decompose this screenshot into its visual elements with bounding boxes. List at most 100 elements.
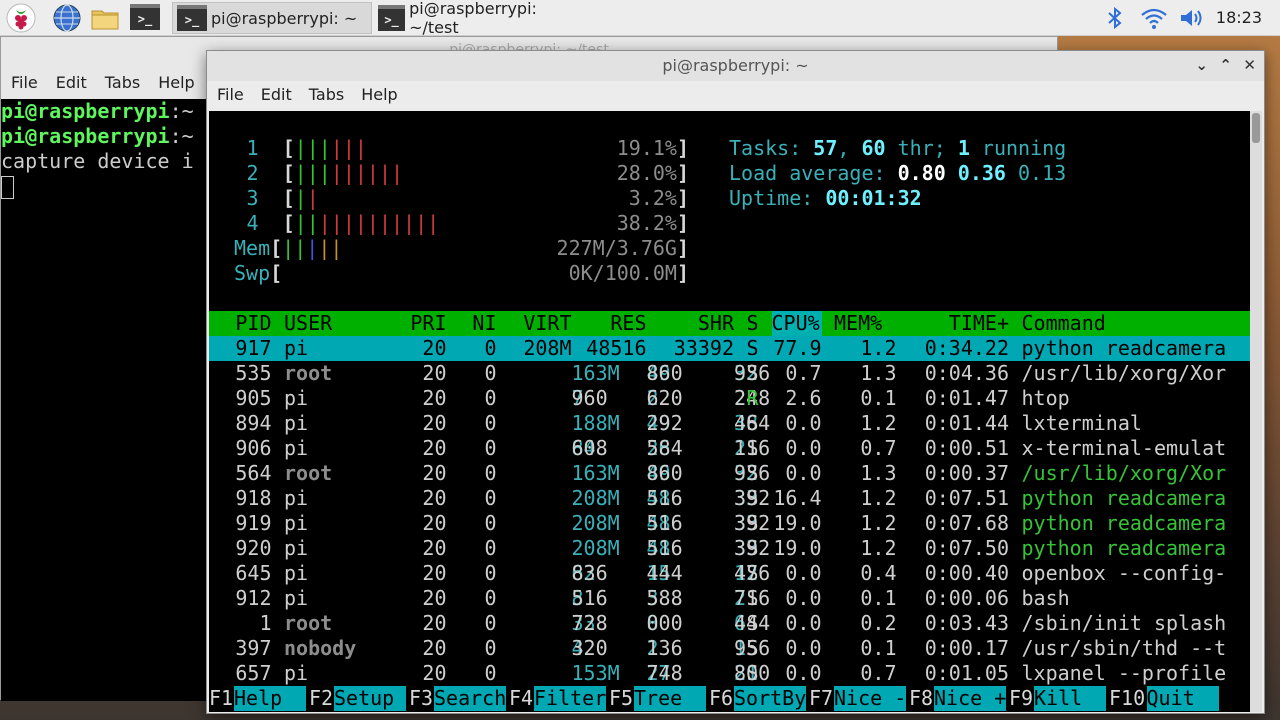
column-header-time[interactable]: TIME+ [949, 311, 1009, 336]
column-header-pid[interactable]: PID [235, 311, 271, 336]
process-row[interactable]: 918 pi 20 0 208M 48 516 33 392 S 16.4 1.2 0:07.51 pyt… [209, 486, 1251, 511]
cell-s: S [746, 536, 759, 560]
process-row[interactable]: 894 pi 20 0 188M 49 292 38 464 S 0.0 1.2 0:01.44 lxte… [209, 411, 1251, 436]
process-row[interactable]: 535 root 20 0 163M 49 860 32 936 S 0.7 1.3 0:04.36/u… [209, 361, 1251, 386]
cell-user: root [284, 461, 333, 485]
process-row[interactable]: 912 pi 20 0 8 516 3 588 2 716 S 0.0 0.1 0:00.06 bash [209, 586, 1251, 611]
close-icon[interactable]: ✕ [1243, 56, 1256, 74]
fkey-f1-key[interactable]: F1 [209, 686, 233, 711]
fkey-f10-label[interactable]: Quit [1146, 686, 1219, 711]
cell-pid: 657 [235, 661, 272, 685]
cell-user: pi [284, 336, 309, 360]
column-header-user[interactable]: USER [284, 311, 332, 336]
cell-pri: 20 [422, 636, 447, 660]
task-button-front-terminal[interactable]: >_ pi@raspberrypi: ~ [172, 2, 372, 34]
menu-help[interactable]: Help [361, 85, 397, 104]
fkey-f9-key[interactable]: F9 [1009, 686, 1033, 711]
menu-edit[interactable]: Edit [56, 73, 87, 92]
cell-ni: 0 [484, 361, 497, 385]
fkey-f2-label[interactable]: Setup [334, 686, 407, 711]
fkey-f7-key[interactable]: F7 [809, 686, 833, 711]
minimize-icon[interactable]: ⌄ [1195, 56, 1208, 74]
terminal-launcher-icon[interactable]: >_ [130, 4, 160, 34]
load-average: Load average: 0.80 0.36 0.13 [729, 161, 1067, 185]
cell-pid: 917 [235, 336, 272, 360]
column-header-virt[interactable]: VIRT [523, 311, 571, 336]
column-header-shr[interactable]: SHR [698, 311, 734, 336]
meter-bracket: [ [282, 186, 295, 210]
column-header-command[interactable]: Command [1022, 311, 1106, 336]
clock[interactable]: 18:23 [1216, 8, 1262, 27]
meter-bracket: [ [270, 236, 283, 260]
cell-s: S [746, 586, 759, 610]
fkey-f8-label[interactable]: Nice + [934, 686, 1007, 711]
menu-tabs[interactable]: Tabs [309, 85, 344, 104]
fkey-f3-key[interactable]: F3 [409, 686, 433, 711]
cell-pid: 920 [235, 536, 272, 560]
process-row[interactable]: 1 root 20 0 33 728 8 000 6 444 S 0.0 0.2 0:03.43/sbin… [209, 611, 1251, 636]
cell-pid: 905 [235, 386, 272, 410]
prompt: pi@raspberrypi [1, 99, 170, 123]
process-row[interactable]: 906 pi 20 0 84 608 26 584 21 116 S 0.0 0.7 0:00.51 x-t… [209, 436, 1251, 461]
process-row[interactable]: 564 root 20 0 163M 49 860 32 936 S 0.0 1.3 0:00.37/u… [209, 461, 1251, 486]
process-row[interactable]: 645 pi 20 0 62 836 15 444 12 476 S 0.0 0.4 0:00.40 ope… [209, 561, 1251, 586]
fkey-f10-key[interactable]: F10 [1109, 686, 1145, 711]
scroll-thumb[interactable] [1252, 113, 1260, 143]
cell-user: root [284, 611, 333, 635]
menu-help[interactable]: Help [158, 73, 194, 92]
maximize-icon[interactable]: ⌃ [1219, 56, 1232, 74]
column-header-cpu[interactable]: CPU% [771, 311, 822, 336]
cell-mem: 1.2 [860, 536, 897, 560]
raspberry-menu-icon[interactable] [6, 3, 36, 33]
fkey-f5-label[interactable]: Tree [634, 686, 707, 711]
cell-cpu: 0.0 [785, 411, 822, 435]
fkey-f1-label[interactable]: Help [234, 686, 307, 711]
cell-s: S [746, 661, 759, 685]
column-header-res[interactable]: RES [610, 311, 646, 336]
column-header-s[interactable]: S [747, 311, 759, 336]
htop-terminal[interactable]: 1 [|||||| 19.1%] 2 [||||||||| 28.0%] 3 [|| 3.… [209, 111, 1251, 712]
task-label: pi@raspberrypi: ~/test [409, 0, 537, 37]
menu-file[interactable]: File [217, 85, 244, 104]
task-button-back-terminal[interactable]: >_ pi@raspberrypi: ~/test [374, 0, 574, 37]
process-row[interactable]: 920 pi 20 0 208M 48 516 33 392 S 19.0 1.2 0:07.50 pyt… [209, 536, 1251, 561]
wifi-icon[interactable] [1140, 6, 1168, 30]
volume-icon[interactable] [1178, 6, 1206, 30]
web-browser-icon[interactable] [52, 3, 82, 33]
cell-mem: 1.2 [860, 336, 897, 360]
front-terminal-window[interactable]: pi@raspberrypi: ~ ⌄ ⌃ ✕ File Edit Tabs H… [206, 50, 1265, 714]
fkey-f7-label[interactable]: Nice - [834, 686, 907, 711]
cell-time: 0:00.17 [924, 636, 1009, 660]
fkey-f9-label[interactable]: Kill [1034, 686, 1107, 711]
process-row[interactable]: 905 pi 20 0 7 960 2 620 2 248 R 2.6 0.1 0:01.47 htop [209, 386, 1251, 411]
fkey-f8-key[interactable]: F8 [909, 686, 933, 711]
menu-edit[interactable]: Edit [261, 85, 292, 104]
cell-mem: 1.3 [860, 361, 897, 385]
fkey-f6-key[interactable]: F6 [709, 686, 733, 711]
bluetooth-icon[interactable] [1104, 6, 1126, 30]
scrollbar[interactable] [1250, 111, 1262, 712]
fkey-f3-label[interactable]: Search [434, 686, 507, 711]
file-manager-icon[interactable] [90, 3, 120, 33]
cell-user: pi [284, 486, 309, 510]
fkey-f4-key[interactable]: F4 [509, 686, 533, 711]
fkey-f4-label[interactable]: Filter [534, 686, 607, 711]
cell-s: S [746, 611, 759, 635]
process-row[interactable]: 657 pi 20 0 153M 27 748 21 800 S 0.0 0.7 0:01.05 lxpa… [209, 661, 1251, 686]
menu-tabs[interactable]: Tabs [105, 73, 140, 92]
fkey-f5-key[interactable]: F5 [609, 686, 633, 711]
column-header-mem[interactable]: MEM% [834, 311, 882, 336]
column-header-pri[interactable]: PRI [410, 311, 446, 336]
cell-s: S [746, 636, 759, 660]
fkey-f6-label[interactable]: SortBy [734, 686, 807, 711]
cell-cmd: /sbin/init splash [1021, 611, 1227, 635]
fkey-f2-key[interactable]: F2 [309, 686, 333, 711]
cell-pid: 906 [235, 436, 272, 460]
process-row[interactable]: 917 pi 20 0 208M 48516 33392 S 77.9 1.2 0:34.22 pyt… [209, 336, 1251, 361]
menu-file[interactable]: File [11, 73, 38, 92]
column-header-ni[interactable]: NI [472, 311, 496, 336]
title-bar[interactable]: pi@raspberrypi: ~ ⌄ ⌃ ✕ [207, 51, 1264, 81]
cell-pri: 20 [422, 336, 447, 360]
process-row[interactable]: 397 nobody 20 0 4 320 2 136 1 956 S 0.0 0.1 0:00.17/u… [209, 636, 1251, 661]
process-row[interactable]: 919 pi 20 0 208M 48 516 33 392 S 19.0 1.2 0:07.68 pyt… [209, 511, 1251, 536]
